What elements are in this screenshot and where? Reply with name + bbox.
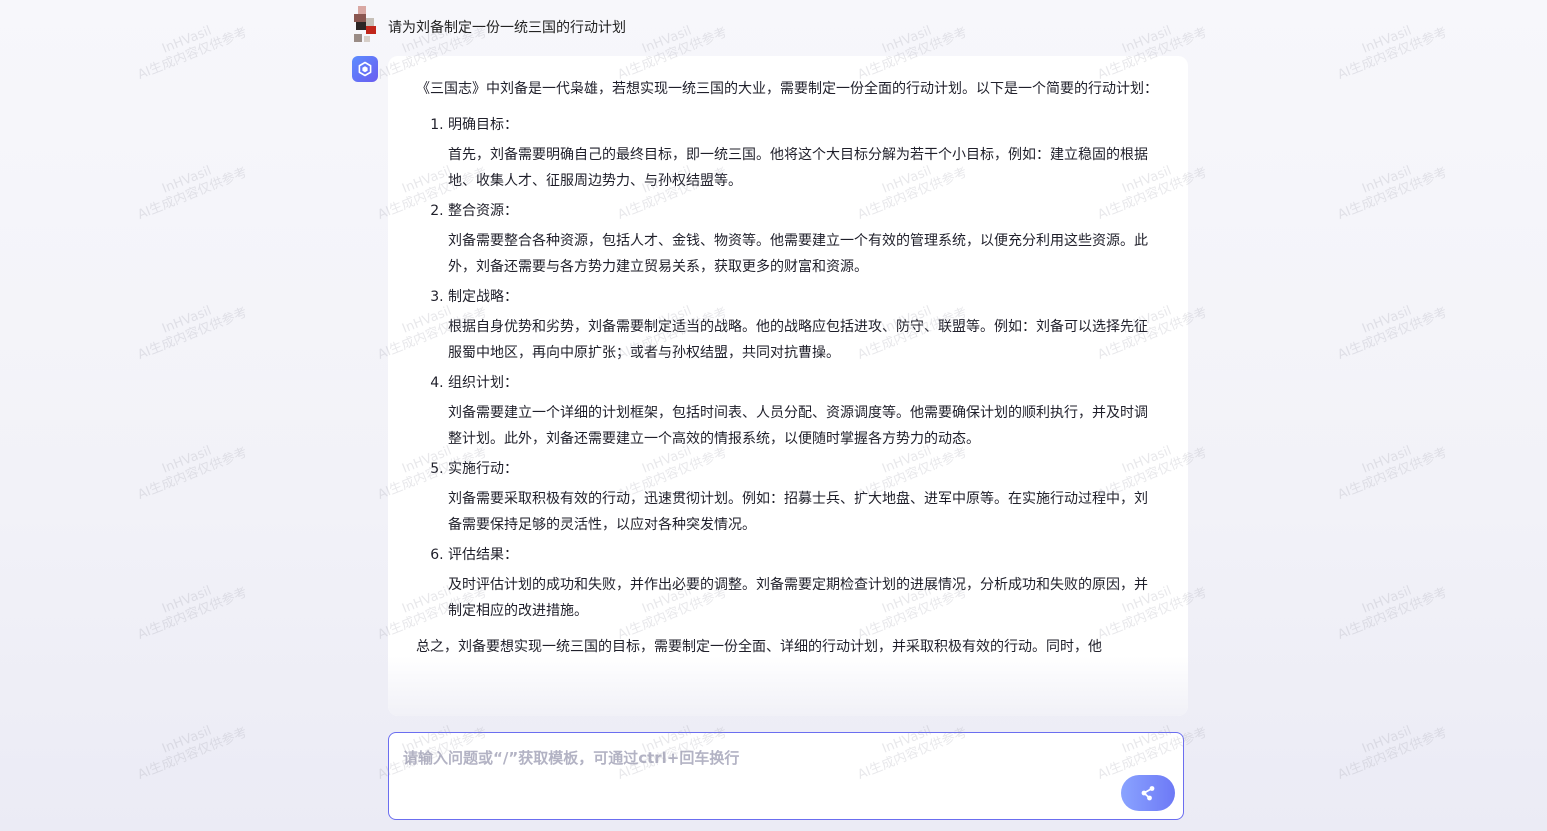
watermark-text: InHVasil AI生成内容仅供参考	[1335, 443, 1450, 503]
list-item: 评估结果： 及时评估计划的成功和失败，并作出必要的调整。刘备需要定期检查计划的进…	[448, 542, 1160, 624]
user-avatar	[352, 6, 380, 44]
step-body: 刘备需要整合各种资源，包括人才、金钱、物资等。他需要建立一个有效的管理系统，以便…	[448, 233, 1148, 275]
watermark-text: InHVasil AI生成内容仅供参考	[1335, 583, 1450, 643]
watermark-text: InHVasil AI生成内容仅供参考	[1335, 723, 1450, 783]
list-item: 组织计划： 刘备需要建立一个详细的计划框架，包括时间表、人员分配、资源调度等。他…	[448, 370, 1160, 452]
watermark-text: InHVasil AI生成内容仅供参考	[135, 303, 250, 363]
bot-logo-icon	[352, 56, 378, 82]
chat-input[interactable]	[401, 745, 1105, 809]
watermark-text: InHVasil AI生成内容仅供参考	[1335, 163, 1450, 223]
watermark-text: InHVasil AI生成内容仅供参考	[135, 23, 250, 83]
list-item: 制定战略： 根据自身优势和劣势，刘备需要制定适当的战略。他的战略应包括进攻、防守…	[448, 284, 1160, 366]
step-body: 及时评估计划的成功和失败，并作出必要的调整。刘备需要定期检查计划的进展情况，分析…	[448, 577, 1148, 619]
list-item: 实施行动： 刘备需要采取积极有效的行动，迅速贯彻计划。例如：招募士兵、扩大地盘、…	[448, 456, 1160, 538]
answer-content: 《三国志》中刘备是一代枭雄，若想实现一统三国的大业，需要制定一份全面的行动计划。…	[388, 56, 1188, 660]
step-body: 根据自身优势和劣势，刘备需要制定适当的战略。他的战略应包括进攻、防守、联盟等。例…	[448, 319, 1148, 361]
send-icon	[1141, 786, 1155, 801]
step-body: 首先，刘备需要明确自己的最终目标，即一统三国。他将这个大目标分解为若干个小目标，…	[448, 147, 1148, 189]
watermark-text: InHVasil AI生成内容仅供参考	[1335, 23, 1450, 83]
step-title: 制定战略：	[448, 289, 518, 305]
watermark-text: InHVasil AI生成内容仅供参考	[135, 163, 250, 223]
watermark-text: InHVasil AI生成内容仅供参考	[135, 443, 250, 503]
watermark-text: InHVasil AI生成内容仅供参考	[135, 723, 250, 783]
list-item: 明确目标： 首先，刘备需要明确自己的最终目标，即一统三国。他将这个大目标分解为若…	[448, 112, 1160, 194]
plan-list: 明确目标： 首先，刘备需要明确自己的最终目标，即一统三国。他将这个大目标分解为若…	[416, 112, 1160, 624]
step-title: 评估结果：	[448, 547, 518, 563]
user-message: 请为刘备制定一份一统三国的行动计划	[352, 6, 626, 46]
user-question: 请为刘备制定一份一统三国的行动计划	[388, 20, 626, 36]
step-title: 整合资源：	[448, 203, 518, 219]
list-item: 整合资源： 刘备需要整合各种资源，包括人才、金钱、物资等。他需要建立一个有效的管…	[448, 198, 1160, 280]
chat-input-box[interactable]	[388, 732, 1184, 820]
scroll-fade-overlay	[388, 656, 1188, 716]
step-body: 刘备需要采取积极有效的行动，迅速贯彻计划。例如：招募士兵、扩大地盘、进军中原等。…	[448, 491, 1148, 533]
send-button[interactable]	[1121, 775, 1175, 811]
answer-card: 《三国志》中刘备是一代枭雄，若想实现一统三国的大业，需要制定一份全面的行动计划。…	[388, 56, 1188, 716]
step-title: 明确目标：	[448, 117, 518, 133]
answer-intro: 《三国志》中刘备是一代枭雄，若想实现一统三国的大业，需要制定一份全面的行动计划。…	[416, 81, 1158, 97]
watermark-text: InHVasil AI生成内容仅供参考	[135, 583, 250, 643]
step-title: 组织计划：	[448, 375, 518, 391]
step-body: 刘备需要建立一个详细的计划框架，包括时间表、人员分配、资源调度等。他需要确保计划…	[448, 405, 1148, 447]
conversation-area: 请为刘备制定一份一统三国的行动计划 《三国志》中刘备是一代枭雄，若想实现一统三国…	[352, 0, 1192, 831]
step-title: 实施行动：	[448, 461, 518, 477]
watermark-text: InHVasil AI生成内容仅供参考	[1335, 303, 1450, 363]
